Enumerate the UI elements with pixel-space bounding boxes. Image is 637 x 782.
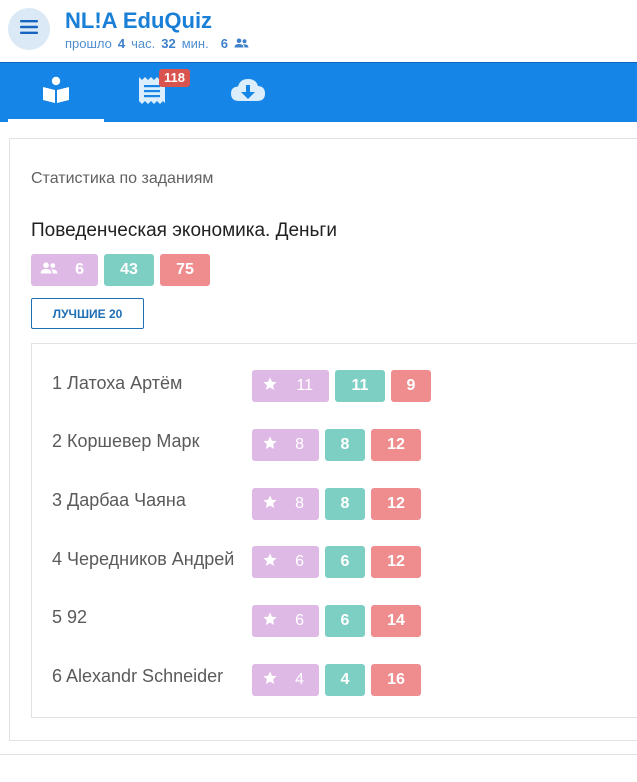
elapsed-hours: 4	[117, 36, 126, 51]
cloud-download-icon	[230, 77, 266, 108]
star-icon	[262, 611, 278, 632]
correct-count: 6	[325, 605, 365, 637]
wrong-count: 12	[371, 429, 421, 461]
correct-count: 4	[325, 664, 365, 696]
stars-value: 8	[295, 495, 304, 512]
stats-header: Статистика по заданиям	[31, 170, 214, 187]
correct-count: 8	[325, 488, 365, 520]
participant-name: 5 92	[52, 607, 88, 627]
stars-pill: 8	[252, 429, 319, 461]
participant-name: 1 Латоха Артём	[52, 373, 183, 393]
stars-value: 8	[295, 436, 304, 453]
people-icon	[40, 261, 58, 279]
elapsed-prefix: прошло	[65, 36, 112, 51]
stars-value: 4	[295, 671, 304, 688]
app-title: NL!A EduQuiz	[65, 8, 213, 33]
notification-badge: 118	[159, 69, 190, 87]
participant-name: 2 Коршевер Марк	[52, 431, 200, 451]
star-icon	[262, 670, 278, 691]
participants-pill: 6	[31, 254, 98, 286]
session-info: прошло 4 час. 32 мин. 6	[65, 36, 249, 51]
participant-name: 6 Alexandr Schneider	[52, 666, 224, 686]
elapsed-hours-unit: час.	[131, 36, 156, 51]
menu-button[interactable]	[8, 8, 50, 50]
hamburger-menu-icon	[19, 19, 39, 40]
star-icon	[262, 552, 278, 573]
stars-pill: 6	[252, 605, 319, 637]
divider	[0, 754, 637, 755]
correct-count: 11	[335, 370, 385, 402]
wrong-pill: 75	[160, 254, 210, 286]
participants-count: 6	[220, 36, 228, 51]
participant-name: 3 Дарбаа Чаяна	[52, 490, 186, 510]
star-icon	[262, 435, 278, 456]
tab-quiz[interactable]	[8, 63, 104, 123]
correct-count: 8	[325, 429, 365, 461]
star-icon	[262, 376, 278, 397]
wrong-count: 14	[371, 605, 421, 637]
tab-bar: 118	[0, 62, 637, 123]
stars-pill: 11	[252, 370, 329, 402]
elapsed-minutes-unit: мин.	[181, 36, 209, 51]
open-book-icon	[41, 76, 71, 109]
stars-value: 6	[295, 553, 304, 570]
stars-value: 11	[296, 377, 313, 394]
stars-value: 6	[295, 612, 304, 629]
wrong-count: 12	[371, 546, 421, 578]
wrong-count: 9	[391, 370, 431, 402]
elapsed-minutes: 32	[161, 36, 176, 51]
best-20-button[interactable]: ЛУЧШИЕ 20	[31, 298, 144, 329]
correct-pill: 43	[104, 254, 154, 286]
tab-download[interactable]	[200, 63, 296, 122]
wrong-count: 16	[371, 664, 421, 696]
participant-name: 4 Чередников Андрей	[52, 549, 235, 569]
app-bar: NL!A EduQuiz прошло 4 час. 32 мин. 6	[0, 0, 637, 62]
stars-pill: 8	[252, 488, 319, 520]
wrong-count: 12	[371, 488, 421, 520]
leaderboard-panel	[31, 343, 637, 718]
stars-pill: 6	[252, 546, 319, 578]
correct-count: 6	[325, 546, 365, 578]
people-icon	[234, 36, 249, 51]
participants-value: 6	[75, 261, 84, 278]
quiz-title: Поведенческая экономика. Деньги	[31, 220, 337, 241]
stars-pill: 4	[252, 664, 319, 696]
star-icon	[262, 494, 278, 515]
